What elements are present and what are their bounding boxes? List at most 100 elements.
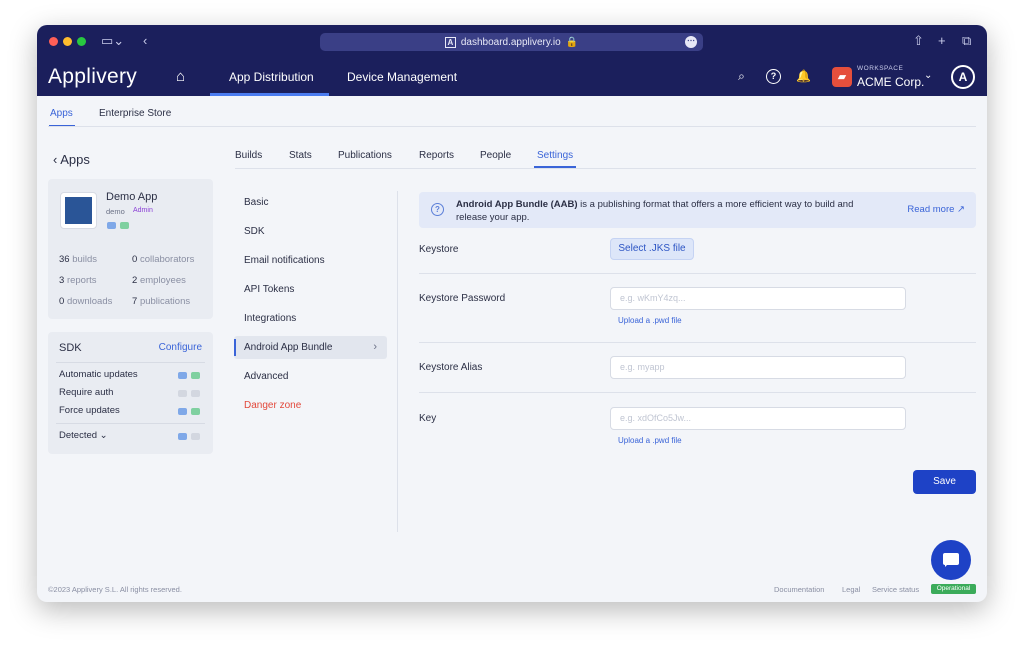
tab-reports[interactable]: Reports [419,150,454,161]
menu-basic[interactable]: Basic [234,191,387,214]
footer-link-legal[interactable]: Legal [842,585,860,594]
menu-advanced[interactable]: Advanced [234,365,387,388]
subtab-apps[interactable]: Apps [50,108,73,119]
share-icon[interactable]: ⇧ [913,33,924,49]
select-jks-button[interactable]: Select .JKS file [610,238,694,260]
keystore-alias-input[interactable]: e.g. myapp [610,356,906,379]
subtab-enterprise-store[interactable]: Enterprise Store [99,108,171,119]
status-badge: Operational [931,584,976,594]
back-arrow-icon[interactable]: ‹ [143,33,147,49]
nav-app-distribution[interactable]: App Distribution [229,70,314,84]
workspace-label: WORKSPACE [857,65,904,72]
stat-publications: 7 publications [132,296,191,307]
apple-icon [178,372,187,379]
sdk-card: SDK Configure Automatic updates Require … [48,332,213,454]
sidebar-toggle-icon[interactable]: ▭⌄ [101,33,124,49]
site-favicon-icon: A [444,36,456,48]
footer-link-documentation[interactable]: Documentation [774,585,824,594]
external-link-icon: ↗ [957,204,965,215]
more-options-icon[interactable]: ⋯ [685,36,697,48]
stat-collaborators: 0 collaborators [132,254,195,265]
apple-icon [178,390,187,397]
sub-navigation: Apps Enterprise Store [37,96,987,129]
divider [56,423,205,424]
sdk-row-automatic-updates: Automatic updates [59,369,138,380]
apple-icon [178,408,187,415]
key-input[interactable]: e.g. xdOfCo5Jw... [610,407,906,430]
divider [56,362,205,363]
configure-link[interactable]: Configure [159,342,202,353]
close-window-button[interactable] [49,37,58,46]
keystore-label: Keystore [419,244,459,255]
tab-builds[interactable]: Builds [235,150,262,161]
role-badge: Admin [133,207,153,214]
apple-icon [178,433,187,440]
avatar[interactable]: A [951,65,975,89]
nav-device-management[interactable]: Device Management [347,70,457,84]
save-button[interactable]: Save [913,470,976,494]
sdk-title: SDK [59,342,82,354]
app-header: Applivery ⌂ App Distribution Device Mana… [37,58,987,96]
tab-publications[interactable]: Publications [338,150,392,161]
stat-reports: 3 reports [59,275,97,286]
back-to-apps-link[interactable]: ‹ Apps [53,152,90,167]
divider [48,126,976,127]
browser-toolbar: ▭⌄ ‹ A dashboard.applivery.io 🔒 ⋯ ⇧ + ⧉ [37,25,987,58]
tabs-icon[interactable]: ⧉ [962,33,971,49]
copyright-text: ©2023 Applivery S.L. All rights reserved… [48,585,182,594]
android-icon [120,222,129,229]
maximize-window-button[interactable] [77,37,86,46]
divider [419,392,976,393]
applivery-logo[interactable]: Applivery [48,65,137,89]
new-tab-icon[interactable]: + [938,33,946,49]
read-more-link[interactable]: Read more ↗ [907,204,965,215]
upload-pwd-link-2[interactable]: Upload a .pwd file [618,436,682,445]
chevron-down-icon: ⌄ [99,430,108,441]
android-icon [191,390,200,397]
url-text: dashboard.applivery.io [460,36,561,48]
app-slug: demo [106,207,125,216]
app-summary-card: Demo App demo Admin 36 builds 0 collabor… [48,179,213,319]
sdk-row-require-auth: Require auth [59,387,114,398]
bell-icon[interactable]: 🔔 [796,69,811,84]
divider [419,273,976,274]
menu-sdk[interactable]: SDK [234,220,387,243]
app-icon [60,192,97,229]
chevron-right-icon: › [373,341,377,353]
menu-danger-zone[interactable]: Danger zone [234,394,387,417]
aab-info-banner: ? Android App Bundle (AAB) is a publishi… [419,192,976,228]
sdk-row-detected[interactable]: Detected ⌄ [59,430,108,441]
divider [397,191,398,532]
home-icon[interactable]: ⌂ [176,68,185,85]
menu-integrations[interactable]: Integrations [234,307,387,330]
menu-android-app-bundle[interactable]: Android App Bundle › [234,336,387,359]
minimize-window-button[interactable] [63,37,72,46]
app-name: Demo App [106,191,158,203]
upload-pwd-link[interactable]: Upload a .pwd file [618,316,682,325]
keystore-password-input[interactable]: e.g. wKmY4zq... [610,287,906,310]
chat-button[interactable] [931,540,971,580]
stat-employees: 2 employees [132,275,186,286]
workspace-logo[interactable]: ▰ [832,67,852,87]
menu-api-tokens[interactable]: API Tokens [234,278,387,301]
lock-icon: 🔒 [565,36,579,48]
info-icon: ? [431,203,444,216]
footer-link-service-status[interactable]: Service status [872,585,919,594]
android-icon [191,433,200,440]
stat-builds: 36 builds [59,254,98,265]
tab-settings[interactable]: Settings [537,150,573,161]
sdk-row-force-updates: Force updates [59,405,120,416]
chevron-down-icon[interactable]: ⌄ [924,70,932,81]
search-icon[interactable]: ⌕ [734,69,749,84]
info-text: Android App Bundle (AAB) is a publishing… [456,199,854,223]
address-bar[interactable]: A dashboard.applivery.io 🔒 ⋯ [320,33,703,51]
keystore-password-label: Keystore Password [419,293,506,304]
workspace-name[interactable]: ACME Corp. [857,75,924,89]
tab-stats[interactable]: Stats [289,150,312,161]
help-icon[interactable]: ? [766,69,781,84]
menu-email-notifications[interactable]: Email notifications [234,249,387,272]
android-icon [191,372,200,379]
tab-people[interactable]: People [480,150,511,161]
key-label: Key [419,413,437,424]
divider [419,342,976,343]
